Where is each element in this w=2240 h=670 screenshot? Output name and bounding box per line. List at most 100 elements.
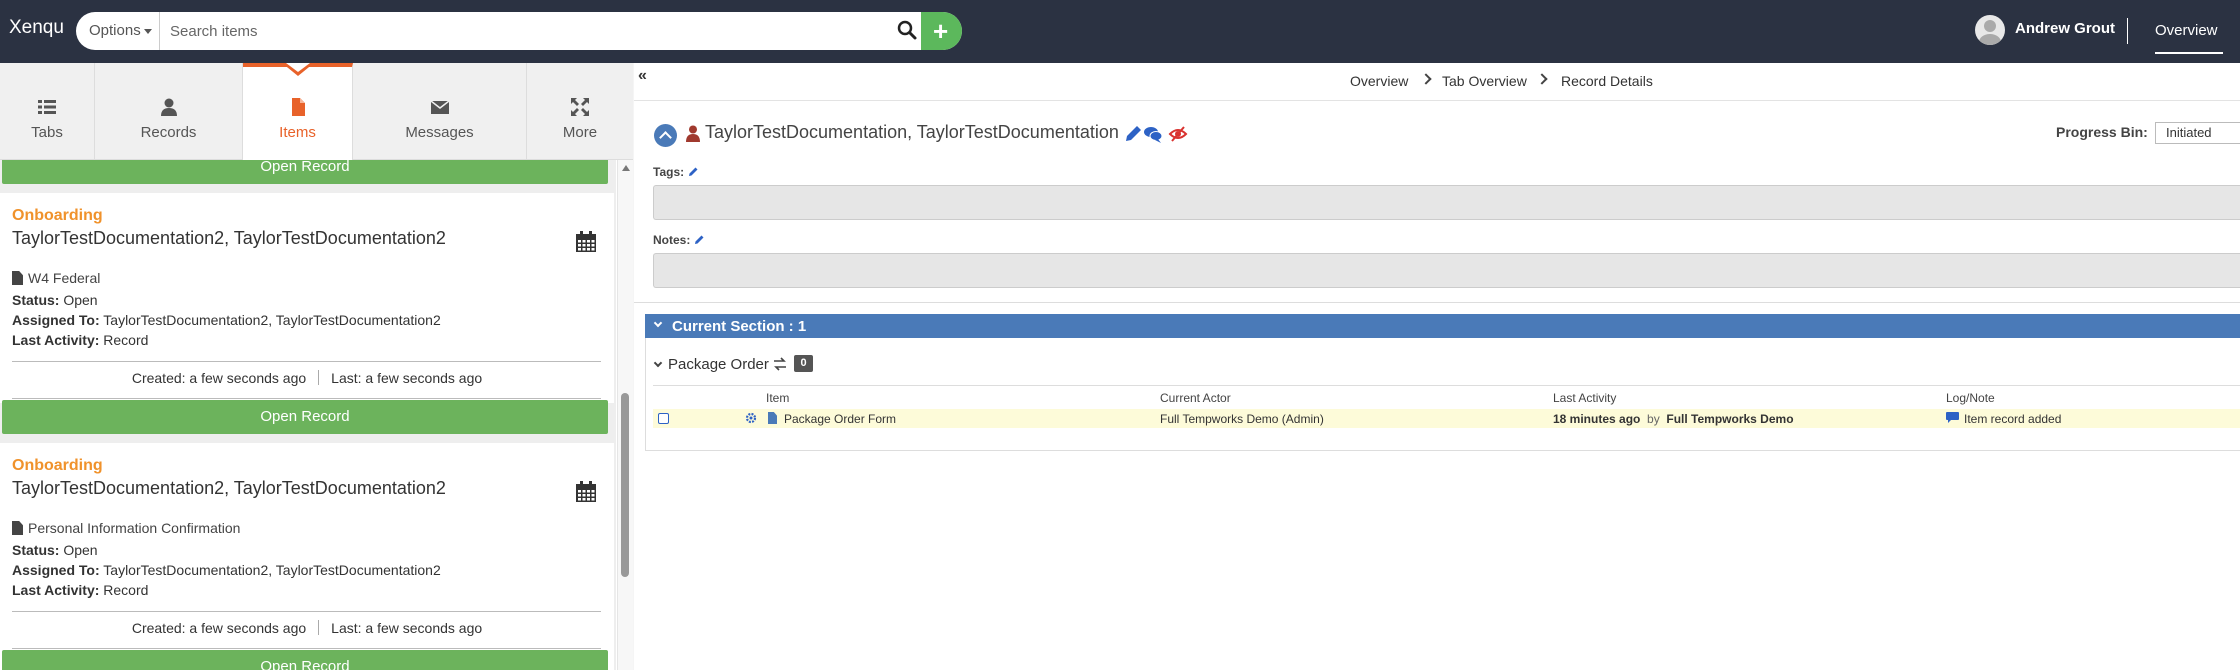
brand-logo[interactable]: Xenqu	[9, 17, 64, 39]
chevron-right-icon	[1536, 73, 1548, 85]
column-last-activity[interactable]: Last Activity	[1553, 391, 1616, 405]
table-row[interactable]: Package Order Form Full Tempworks Demo (…	[653, 409, 2240, 428]
tags-field[interactable]	[653, 185, 2240, 220]
comment-icon	[1946, 412, 1959, 423]
progress-bin-select[interactable]: Initiated	[2155, 122, 2240, 144]
chevron-down-icon	[653, 358, 663, 368]
count-badge: 0	[794, 355, 813, 372]
scroll-up-icon[interactable]	[622, 165, 630, 171]
calendar-icon[interactable]	[575, 231, 597, 253]
list-item[interactable]: Onboarding TaylorTestDocumentation2, Tay…	[0, 193, 614, 393]
tab-label: Records	[140, 124, 197, 141]
item-timestamps: Created: a few seconds ago Last: a few se…	[131, 370, 483, 386]
search-bar: Options	[76, 12, 962, 50]
collapse-up-button[interactable]	[654, 124, 677, 147]
open-record-button[interactable]: Open Record	[2, 650, 608, 670]
avatar[interactable]	[1975, 15, 2005, 45]
breadcrumb-overview[interactable]: Overview	[1350, 73, 1408, 89]
options-label: Options	[89, 22, 141, 39]
tab-records[interactable]: Records	[95, 63, 243, 160]
record-title: TaylorTestDocumentation, TaylorTestDocum…	[705, 122, 1119, 142]
left-panel: Tabs Records Items Messages More Open Re…	[0, 63, 633, 670]
expand-icon	[571, 98, 589, 116]
item-assigned: Assigned To: TaylorTestDocumentation2, T…	[12, 312, 441, 328]
divider	[12, 361, 601, 362]
list-item[interactable]: Onboarding TaylorTestDocumentation2, Tay…	[0, 443, 614, 670]
person-icon	[686, 125, 700, 142]
comments-icon[interactable]	[1143, 124, 1163, 144]
pencil-icon[interactable]	[694, 234, 705, 245]
row-last-activity: 18 minutes ago by Full Tempworks Demo	[1553, 412, 1794, 426]
item-category: Onboarding	[12, 207, 103, 224]
breadcrumb-tab-overview[interactable]: Tab Overview	[1442, 73, 1527, 89]
tab-label: Tabs	[31, 124, 63, 141]
gear-icon[interactable]	[745, 412, 757, 424]
item-last-activity: Last Activity: Record	[12, 332, 149, 348]
add-button[interactable]: +	[921, 12, 962, 50]
tab-label: Items	[279, 124, 316, 141]
item-category: Onboarding	[12, 457, 103, 474]
swap-icon[interactable]	[773, 357, 787, 371]
divider	[2127, 18, 2128, 44]
tab-label: Messages	[405, 124, 474, 141]
tab-messages[interactable]: Messages	[353, 63, 527, 160]
item-timestamps: Created: a few seconds ago Last: a few se…	[131, 620, 483, 636]
row-item[interactable]: Package Order Form	[784, 412, 896, 426]
tab-items[interactable]: Items	[243, 63, 353, 160]
item-list: Open Record Onboarding TaylorTestDocumen…	[0, 160, 616, 670]
caret-down-icon	[143, 28, 152, 34]
divider	[12, 611, 601, 612]
document-icon	[12, 271, 23, 285]
chevron-right-icon	[1420, 73, 1432, 85]
item-document: W4 Federal	[12, 270, 100, 286]
item-title: TaylorTestDocumentation2, TaylorTestDocu…	[12, 478, 446, 498]
breadcrumb: Overview Tab Overview Record Details	[634, 63, 2240, 101]
tags-label: Tags:	[653, 165, 699, 179]
scrollbar[interactable]	[617, 160, 633, 670]
package-header[interactable]: Package Order	[653, 356, 769, 373]
document-icon	[768, 412, 777, 424]
pencil-icon[interactable]	[1123, 124, 1143, 144]
plus-icon: +	[933, 16, 949, 46]
progress-bin-label: Progress Bin:	[2056, 124, 2148, 140]
item-last-activity: Last Activity: Record	[12, 582, 149, 598]
item-status: Status: Open	[12, 542, 98, 558]
tab-more[interactable]: More	[527, 63, 633, 160]
hidden-icon[interactable]	[1168, 124, 1188, 144]
document-icon	[12, 521, 23, 535]
pencil-icon[interactable]	[688, 166, 699, 177]
row-checkbox[interactable]	[658, 413, 669, 424]
tab-tabs[interactable]: Tabs	[0, 63, 95, 160]
search-input[interactable]	[170, 12, 950, 50]
item-title: TaylorTestDocumentation2, TaylorTestDocu…	[12, 228, 446, 248]
user-name[interactable]: Andrew Grout	[2015, 20, 2115, 37]
column-log-note[interactable]: Log/Note	[1946, 391, 1995, 405]
divider	[12, 398, 601, 399]
top-bar: Xenqu Options + Andrew Grout Overview	[0, 0, 2240, 63]
current-section-header[interactable]: Current Section : 1	[645, 314, 2240, 338]
tab-label: More	[562, 124, 598, 141]
envelope-icon	[430, 100, 449, 114]
divider	[634, 302, 2240, 303]
item-assigned: Assigned To: TaylorTestDocumentation2, T…	[12, 562, 441, 578]
open-record-button[interactable]: Open Record	[2, 160, 608, 184]
notes-label: Notes:	[653, 233, 705, 247]
search-icon[interactable]	[896, 19, 918, 41]
divider	[12, 648, 601, 649]
breadcrumb-record-details: Record Details	[1561, 73, 1653, 89]
item-status: Status: Open	[12, 292, 98, 308]
options-dropdown[interactable]: Options	[76, 12, 160, 50]
column-item[interactable]: Item	[766, 391, 789, 405]
open-record-button[interactable]: Open Record	[2, 400, 608, 434]
overview-link[interactable]: Overview	[2155, 22, 2218, 39]
collapse-panel-icon[interactable]: «	[638, 67, 658, 85]
item-document: Personal Information Confirmation	[12, 520, 240, 536]
scroll-thumb[interactable]	[621, 393, 629, 577]
list-icon	[38, 100, 56, 114]
calendar-icon[interactable]	[575, 481, 597, 503]
row-log-note: Item record added	[1964, 412, 2062, 426]
notes-field[interactable]	[653, 253, 2240, 288]
table-header: Item Current Actor Last Activity Log/Not…	[653, 385, 2240, 409]
nav-tabs: Tabs Records Items Messages More	[0, 63, 633, 160]
column-current-actor[interactable]: Current Actor	[1160, 391, 1231, 405]
